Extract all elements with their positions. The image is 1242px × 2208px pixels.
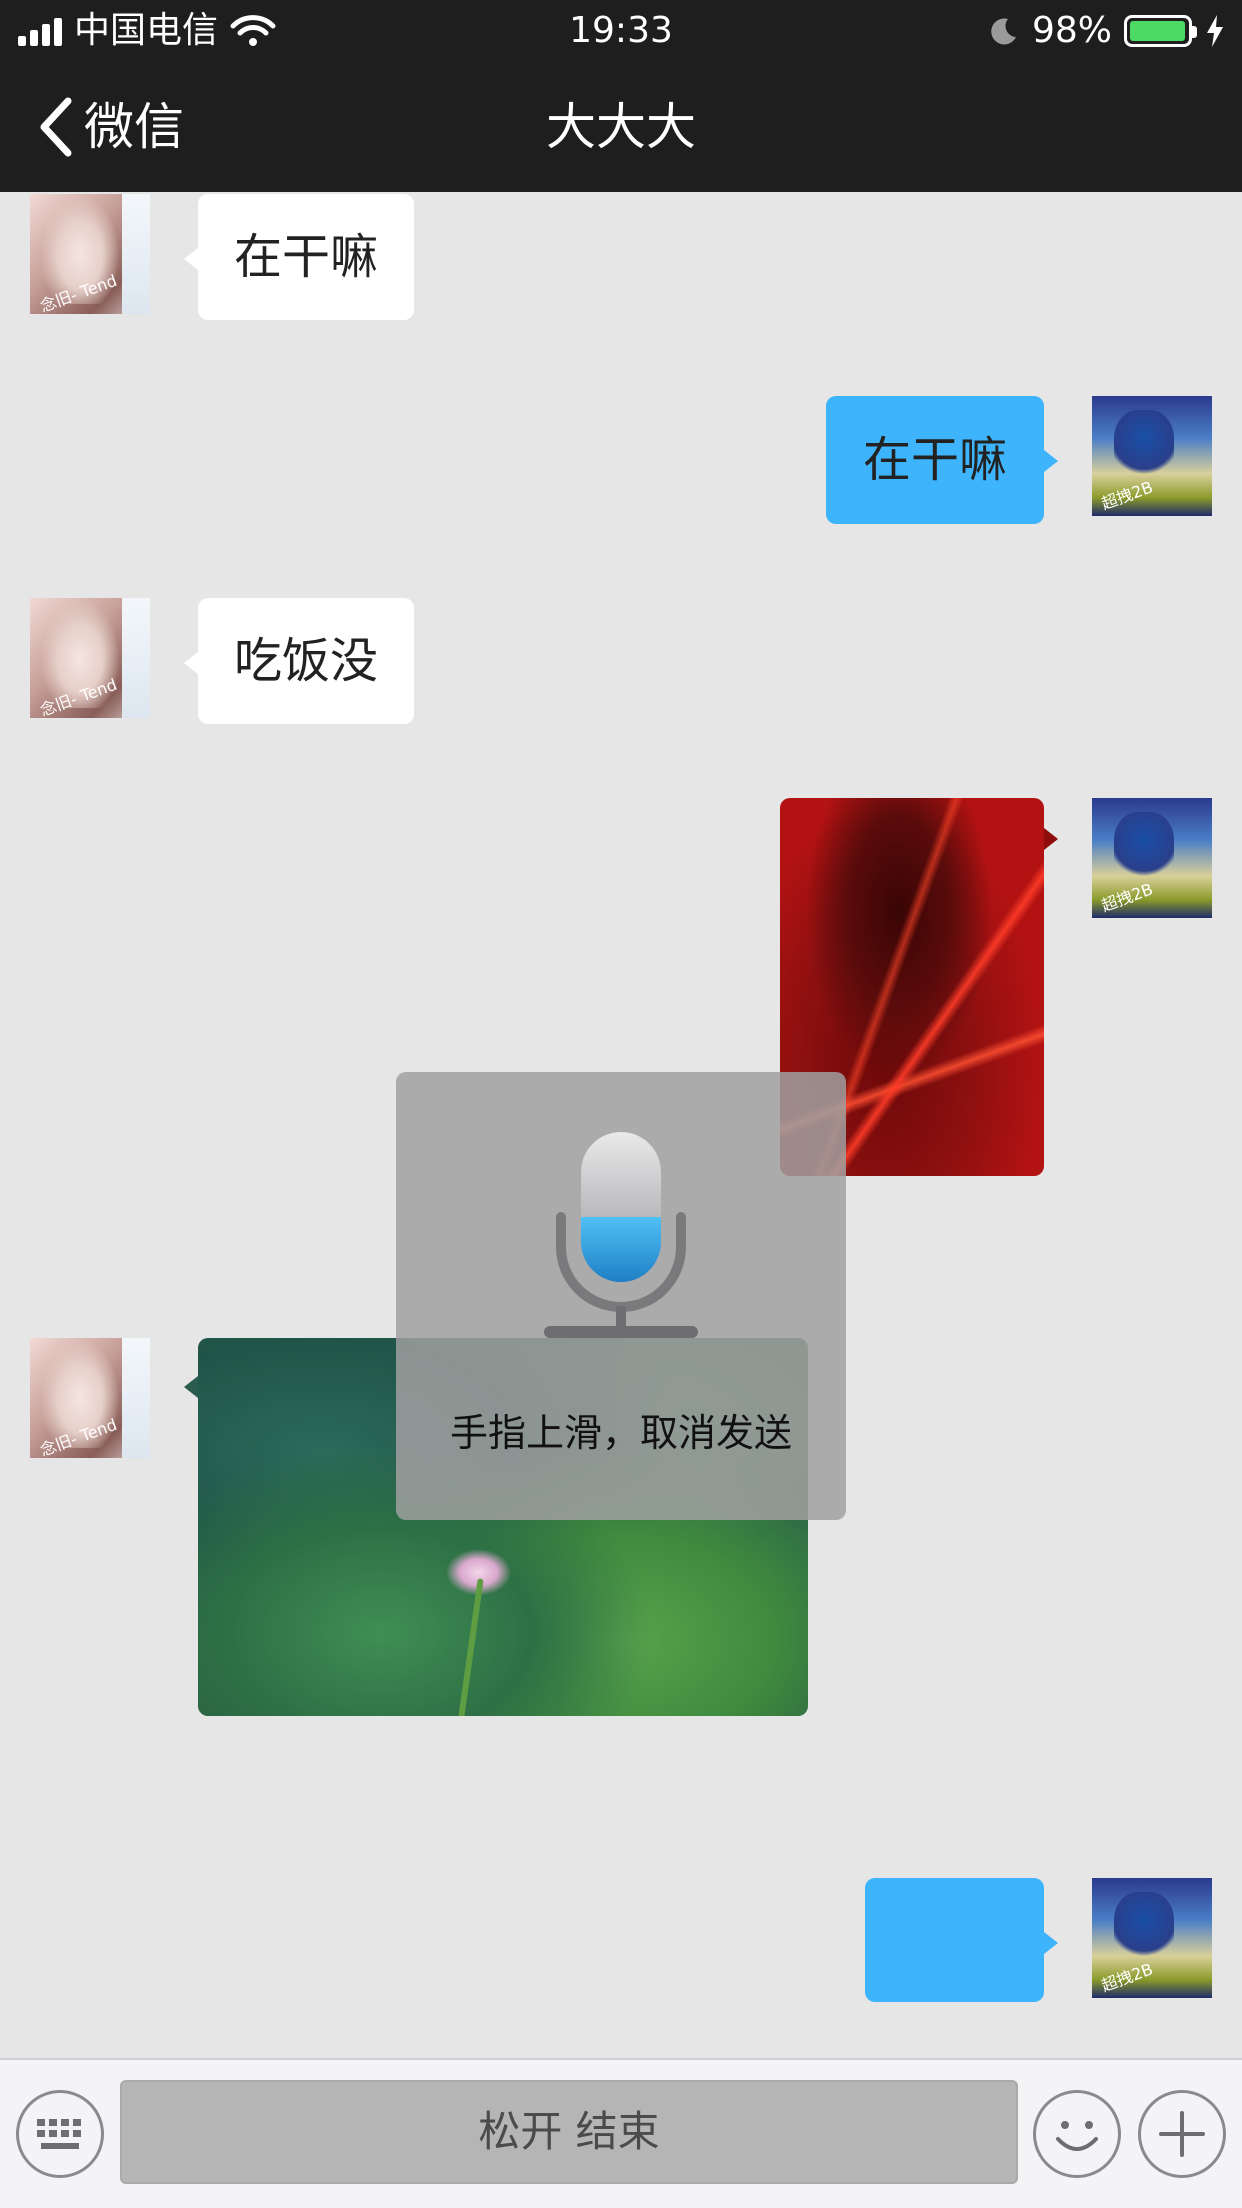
message-bubble-sent[interactable]: 在干嘛	[826, 396, 1058, 524]
microphone-icon	[544, 1132, 698, 1338]
my-avatar[interactable]: 超拽2B	[1092, 1878, 1212, 1998]
my-avatar[interactable]: 超拽2B	[1092, 798, 1212, 918]
contact-avatar[interactable]: 念旧- Tend	[30, 1338, 150, 1458]
moon-icon	[991, 18, 1016, 45]
chat-title: 大大大	[546, 98, 696, 156]
chat-area[interactable]: 念旧- Tend 在干嘛 在干嘛 超拽2B 念旧- Tend 吃饭没 超拽2B …	[0, 192, 1242, 2058]
bubble-tail	[184, 1376, 198, 1398]
my-avatar[interactable]: 超拽2B	[1092, 396, 1212, 516]
avatar-watermark: 超拽2B	[1098, 879, 1156, 916]
charging-bolt-icon	[1207, 15, 1223, 47]
input-toolbar: 松开 结束	[0, 2058, 1242, 2208]
keyboard-toggle-button[interactable]	[16, 2090, 104, 2178]
contact-avatar[interactable]: 念旧- Tend	[30, 598, 150, 718]
message-text: 在干嘛	[233, 229, 378, 285]
lotus-stem	[458, 1578, 484, 1716]
message-bubble-received[interactable]: 吃饭没	[184, 598, 414, 724]
avatar-watermark: 念旧- Tend	[37, 1414, 120, 1458]
message-bubble-sent-pending[interactable]	[865, 1878, 1058, 2002]
recording-hint-text: 手指上滑，取消发送	[449, 1411, 792, 1455]
nav-bar: 微信 大大大	[0, 62, 1242, 192]
status-right: 98%	[988, 10, 1226, 52]
message-text: 在干嘛	[862, 432, 1007, 488]
emoji-button[interactable]	[1033, 2090, 1121, 2178]
contact-avatar[interactable]: 念旧- Tend	[30, 194, 150, 314]
plus-icon	[1159, 2111, 1205, 2157]
avatar-watermark: 超拽2B	[1098, 1959, 1156, 1996]
avatar-watermark: 超拽2B	[1098, 477, 1156, 514]
battery-icon	[1124, 15, 1197, 47]
smiley-icon	[1056, 2121, 1098, 2151]
status-bar: 中国电信 19:33 98%	[0, 0, 1242, 62]
keyboard-icon	[37, 2119, 81, 2149]
battery-percent: 98%	[1031, 10, 1112, 51]
voice-recording-overlay: 手指上滑，取消发送	[396, 1072, 846, 1520]
hold-to-talk-button[interactable]: 松开 结束	[120, 2080, 1018, 2184]
avatar-watermark: 念旧- Tend	[37, 270, 120, 314]
bubble-tail	[1044, 828, 1058, 850]
message-text: 吃饭没	[233, 633, 378, 689]
avatar-watermark: 念旧- Tend	[37, 674, 120, 718]
more-options-button[interactable]	[1138, 2090, 1226, 2178]
message-bubble-received[interactable]: 在干嘛	[184, 194, 414, 320]
